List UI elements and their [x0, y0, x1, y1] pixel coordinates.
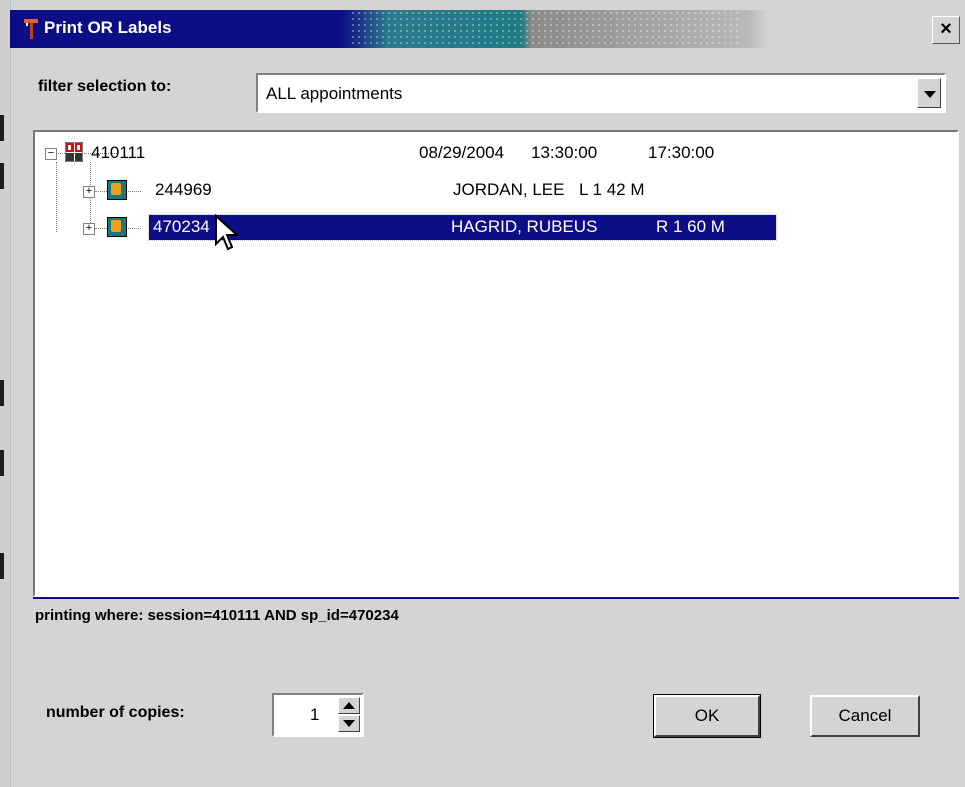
participant-id: 470234 [153, 217, 210, 236]
copies-value: 1 [310, 705, 320, 724]
mouse-pointer-icon [215, 214, 240, 251]
title-bar[interactable]: Print OR Labels × [10, 10, 960, 48]
print-labels-icon [24, 19, 38, 39]
participant-details: L 1 42 M [579, 180, 645, 199]
status-text: printing where: session=410111 AND sp_id… [35, 607, 399, 624]
expand-icon[interactable]: + [83, 186, 95, 198]
copies-label: number of copies: [46, 704, 185, 721]
status-bar: printing where: session=410111 AND sp_id… [33, 597, 959, 631]
chevron-down-icon[interactable] [917, 78, 941, 108]
filter-value: ALL appointments [266, 84, 403, 103]
tree-row-root[interactable]: − 410111 08/29/2004 13:30:00 17:30:00 [35, 142, 935, 166]
close-button[interactable]: × [932, 16, 960, 44]
collapse-icon[interactable]: − [45, 148, 57, 160]
schedule-grid-icon [65, 142, 83, 162]
filter-label: filter selection to: [38, 78, 172, 95]
tree-row[interactable]: + 244969 JORDAN, LEE L 1 42 M [35, 179, 935, 203]
print-or-labels-dialog: Print OR Labels × filter selection to: A… [0, 0, 965, 787]
edge-tick [0, 450, 4, 476]
specimen-jar-icon [107, 217, 127, 237]
participant-id: 244969 [155, 180, 212, 199]
session-date: 08/29/2004 [419, 143, 505, 162]
session-id: 410111 [91, 143, 146, 162]
left-edge [0, 0, 11, 787]
ok-button[interactable]: OK [653, 694, 761, 738]
edge-tick [0, 553, 4, 579]
expand-icon[interactable]: + [83, 223, 95, 235]
edge-tick [0, 163, 4, 189]
participant-details: R 1 60 M [656, 217, 725, 236]
tree-row-selected[interactable]: + 470234 HAGRID, RUBEUS R 1 60 M [35, 214, 935, 241]
session-end-time: 17:30:00 [648, 143, 715, 162]
increment-icon[interactable] [338, 697, 360, 714]
specimen-jar-icon [107, 180, 127, 200]
selection-highlight: 470234 HAGRID, RUBEUS R 1 60 M [148, 214, 777, 241]
participant-name: JORDAN, LEE [453, 180, 565, 199]
appointment-tree[interactable]: − 410111 08/29/2004 13:30:00 17:30:00 + … [33, 130, 959, 597]
session-start-time: 13:30:00 [531, 143, 598, 162]
decrement-icon[interactable] [338, 715, 360, 732]
window-title: Print OR Labels [44, 18, 172, 37]
edge-tick [0, 380, 4, 406]
cancel-button[interactable]: Cancel [810, 695, 920, 737]
title-bar-pattern [350, 10, 740, 48]
copies-stepper[interactable]: 1 [272, 693, 364, 737]
filter-dropdown[interactable]: ALL appointments [256, 73, 946, 113]
edge-tick [0, 115, 4, 141]
participant-name: HAGRID, RUBEUS [451, 217, 598, 236]
